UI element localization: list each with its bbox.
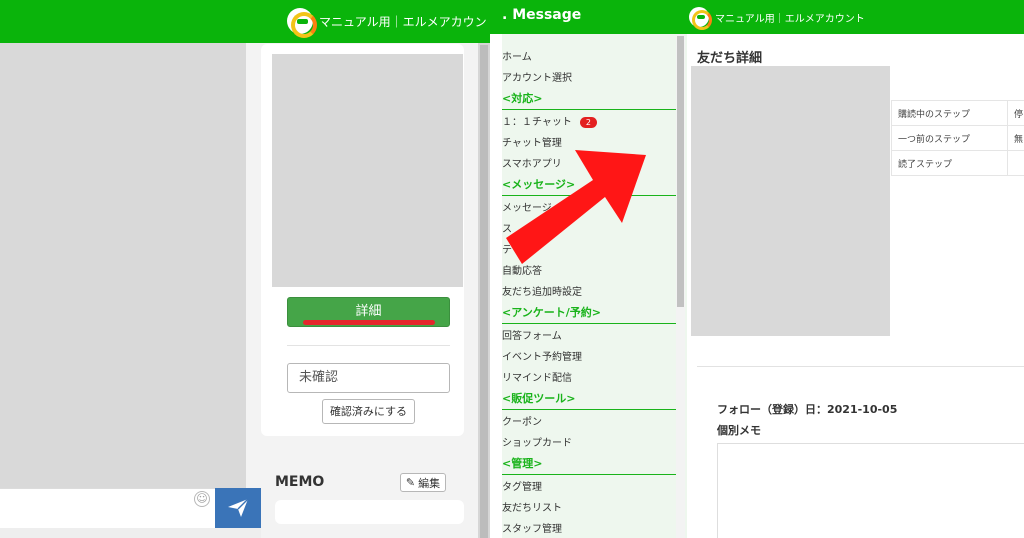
send-button[interactable] [215, 488, 261, 528]
friend-detail-panel: マニュアル用｜エルメアカウント 友だち詳細 購読中のステップ停一つ前のステップ無… [687, 0, 1024, 538]
message-input[interactable] [0, 488, 215, 528]
step-value: 無 [1007, 125, 1024, 151]
emoji-icon[interactable]: ☺ [194, 491, 210, 507]
table-row: 一つ前のステップ無 [891, 125, 1024, 151]
app-title: . Message [502, 7, 582, 23]
menu-item[interactable]: タグ管理 [502, 477, 676, 498]
highlight-underline [303, 320, 435, 325]
nav-panel: . Message ホームアカウント選択 <対応> １：１チャット 2 チャット管理 スマ… [490, 0, 687, 538]
menu-item[interactable]: ショップカード [502, 433, 676, 454]
memo-edit-label: 編集 [418, 476, 441, 490]
chat-panel: マニュアル用｜エルメアカウント ☺ 詳細 未確認 確認済みにする MEMO ✎ … [0, 0, 490, 538]
scrollbar-thumb[interactable] [480, 45, 488, 538]
menu-item[interactable]: １：１チャット 2 [502, 112, 676, 133]
mark-confirmed-button[interactable]: 確認済みにする [322, 399, 415, 424]
menu-item[interactable]: ホーム [502, 47, 676, 68]
menu-item[interactable]: メッセージ [502, 198, 676, 219]
menu-item[interactable]: チャット管理 [502, 133, 676, 154]
menu-item[interactable]: クーポン [502, 412, 676, 433]
lmessage-logo-icon [689, 7, 712, 30]
step-table: 購読中のステップ停一つ前のステップ無読了ステップ [891, 100, 1024, 176]
memo-edit-button[interactable]: ✎ 編集 [400, 473, 446, 492]
friend-profile-image [691, 66, 890, 336]
unread-badge: 2 [579, 116, 597, 128]
menu-item-label: メッセージ [502, 203, 552, 214]
divider [697, 366, 1024, 367]
lmessage-logo-icon [287, 8, 317, 38]
menu-section-header: <アンケート/予約> [502, 303, 676, 324]
screenshot-composite: マニュアル用｜エルメアカウント ☺ 詳細 未確認 確認済みにする MEMO ✎ … [0, 0, 1024, 538]
friend-profile-card: 詳細 未確認 確認済みにする [261, 44, 464, 436]
account-brand-detail[interactable]: マニュアル用｜エルメアカウント [689, 7, 865, 30]
memo-textarea[interactable] [717, 443, 1024, 538]
account-name: マニュアル用｜エルメアカウント [715, 13, 865, 25]
page-title: 友だち詳細 [697, 51, 763, 66]
menu-section-header: <管理> [502, 454, 676, 475]
divider [287, 345, 450, 346]
account-brand[interactable]: マニュアル用｜エルメアカウント [287, 8, 490, 38]
menu-item-label: イベント予約管理 [502, 352, 582, 363]
menu-item[interactable]: スマホアプリ [502, 154, 676, 175]
menu-item[interactable]: 回答フォーム [502, 326, 676, 347]
menu-item-label: 自動応答 [502, 266, 542, 277]
table-row: 購読中のステップ停 [891, 100, 1024, 126]
menu-item-label: リマインド配信 [502, 373, 572, 384]
menu-item-label: 友だちリスト [502, 503, 562, 514]
menu-item-label: 回答フォーム [502, 331, 562, 342]
chat-message-area[interactable] [0, 43, 246, 488]
menu-item-label: １：１チャット [502, 117, 572, 128]
paper-plane-icon [228, 498, 249, 517]
step-label: 購読中のステップ [891, 100, 1008, 126]
menu-item-label: クーポン [502, 417, 542, 428]
edit-icon: ✎ [405, 476, 416, 489]
menu-item[interactable]: 自動応答 [502, 261, 676, 282]
menu-item[interactable]: イベント予約管理 [502, 347, 676, 368]
menu-list: ホームアカウント選択 <対応> １：１チャット 2 チャット管理 スマホアプリ <メッセージ… [502, 47, 676, 538]
menu-item-label: チャット管理 [502, 138, 562, 149]
step-label: 一つ前のステップ [891, 125, 1008, 151]
menu-item[interactable]: スタッフ管理 [502, 519, 676, 538]
menu-item[interactable]: リマインド配信 [502, 368, 676, 389]
menu-item[interactable]: ス [502, 219, 676, 240]
menu-item-label: スタッフ管理 [502, 524, 562, 535]
memo-label: 個別メモ [717, 424, 761, 437]
menu-item-label: 友だち追加時設定 [502, 287, 582, 298]
chat-footer [0, 528, 261, 538]
step-value: 停 [1007, 100, 1024, 126]
menu-item[interactable]: 友だち追加時設定 [502, 282, 676, 303]
menu-item-label: ス [502, 224, 512, 235]
follow-date: フォロー（登録）日：2021-10-05 [717, 403, 898, 416]
menu-item[interactable]: 友だちリスト [502, 498, 676, 519]
menu-item-label: テ [502, 245, 512, 256]
memo-title: MEMO [275, 474, 325, 490]
menu-item-label: ショップカード [502, 438, 572, 449]
menu-section-header: <販促ツール> [502, 389, 676, 410]
menu-item[interactable]: テ [502, 240, 676, 261]
account-name: マニュアル用｜エルメアカウント [319, 14, 490, 29]
menu-item-label: タグ管理 [502, 482, 542, 493]
menu-section-header: <メッセージ> [502, 175, 676, 196]
step-value [1007, 150, 1024, 176]
menu-item[interactable]: アカウント選択 [502, 68, 676, 89]
step-label: 読了ステップ [891, 150, 1008, 176]
table-row: 読了ステップ [891, 150, 1024, 176]
menu-section-header: <対応> [502, 89, 676, 110]
memo-box[interactable] [275, 500, 464, 524]
menu-scrollbar-thumb[interactable] [677, 36, 684, 307]
read-status-field[interactable]: 未確認 [287, 363, 450, 393]
menu-item-label: スマホアプリ [502, 159, 562, 170]
menu-item-label: アカウント選択 [502, 73, 572, 84]
friend-avatar [272, 54, 463, 287]
menu-item-label: ホーム [502, 52, 532, 63]
